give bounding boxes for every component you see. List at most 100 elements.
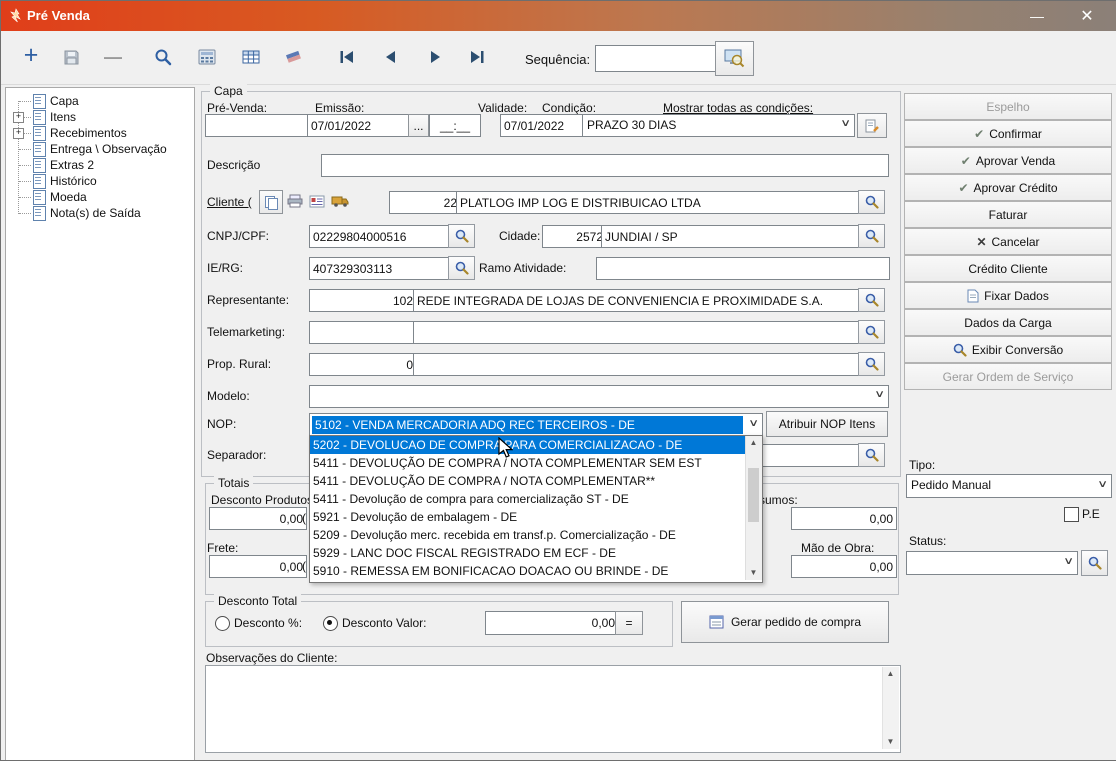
fixar-dados-button[interactable]: Fixar Dados	[904, 282, 1112, 309]
cnpj-input[interactable]	[309, 225, 452, 248]
prop-rural-name-input[interactable]	[413, 353, 862, 376]
ramo-input[interactable]	[596, 257, 890, 280]
calculator-button[interactable]	[191, 43, 223, 71]
aprovar-credito-button[interactable]: ✔ Aprovar Crédito	[904, 174, 1112, 201]
cliente-search-button[interactable]	[858, 190, 885, 214]
status-search-button[interactable]	[1081, 550, 1108, 576]
representante-search-button[interactable]	[858, 288, 885, 312]
insumos-input[interactable]	[791, 507, 897, 530]
tree-item-itens[interactable]: + Itens	[6, 109, 194, 125]
tree-item-recebimentos[interactable]: + Recebimentos	[6, 125, 194, 141]
emissao-picker-button[interactable]: ...	[408, 114, 429, 137]
minimize-button[interactable]: —	[1015, 1, 1059, 31]
cidade-search-button[interactable]	[858, 224, 885, 248]
sequence-search-button[interactable]	[715, 41, 754, 76]
representante-code-input[interactable]	[309, 289, 417, 312]
descricao-input[interactable]	[321, 154, 889, 177]
faturar-button[interactable]: Faturar	[904, 201, 1112, 228]
cidade-name-input[interactable]	[601, 225, 862, 248]
edit-condicao-button[interactable]	[857, 113, 887, 138]
ie-search-button[interactable]	[448, 256, 475, 280]
cnpj-search-button[interactable]	[448, 224, 475, 248]
telemarketing-code-input[interactable]	[309, 321, 417, 344]
gerar-ordem-servico-button[interactable]: Gerar Ordem de Serviço	[904, 363, 1112, 390]
pre-venda-input[interactable]	[205, 114, 312, 137]
equals-button[interactable]: =	[615, 611, 643, 635]
nop-dropdown-item[interactable]: 5411 - DEVOLUÇÃO DE COMPRA / NOTA COMPLE…	[310, 472, 748, 490]
espelho-button[interactable]: Espelho	[904, 93, 1112, 120]
desconto-valor-input[interactable]	[485, 611, 619, 635]
scroll-down-icon[interactable]: ▼	[883, 735, 898, 749]
cliente-copy-button[interactable]	[259, 190, 283, 214]
aprovar-venda-button[interactable]: ✔ Aprovar Venda	[904, 147, 1112, 174]
emissao-input[interactable]	[307, 114, 415, 137]
nav-prev-button[interactable]	[375, 43, 407, 71]
add-button[interactable]: +	[15, 41, 47, 71]
scroll-up-icon[interactable]: ▲	[746, 436, 761, 450]
credito-cliente-button[interactable]: Crédito Cliente	[904, 255, 1112, 282]
nop-dropdown-item[interactable]: 5209 - Devolução merc. recebida em trans…	[310, 526, 748, 544]
expand-plus-icon[interactable]: +	[13, 128, 24, 139]
nav-next-button[interactable]	[419, 43, 451, 71]
pe-checkbox[interactable]	[1064, 507, 1079, 522]
nop-dropdown-item[interactable]: 5202 - DEVOLUCAO DE COMPRA PARA COMERCIA…	[310, 436, 748, 454]
atribuir-nop-button[interactable]: Atribuir NOP Itens	[766, 411, 888, 437]
modelo-combobox[interactable]: ∨	[309, 385, 889, 408]
mao-de-obra-input[interactable]	[791, 555, 897, 578]
grid-button[interactable]	[235, 43, 267, 71]
telemarketing-name-input[interactable]	[413, 321, 862, 344]
frete-input[interactable]	[209, 555, 307, 578]
close-button[interactable]: ✕	[1065, 1, 1109, 31]
dados-da-carga-button[interactable]: Dados da Carga	[904, 309, 1112, 336]
save-button[interactable]	[55, 43, 87, 71]
nop-dropdown-item[interactable]: 5929 - LANC DOC FISCAL REGISTRADO EM ECF…	[310, 544, 748, 562]
condicao-combobox[interactable]: PRAZO 30 DIAS ∨	[582, 114, 855, 137]
scroll-down-icon[interactable]: ▼	[746, 566, 761, 580]
nop-dropdown-scrollbar[interactable]: ▲ ▼	[745, 436, 762, 580]
cliente-name-input[interactable]	[456, 191, 862, 214]
exibir-conversao-button[interactable]: Exibir Conversão	[904, 336, 1112, 363]
separador-search-button[interactable]	[858, 443, 885, 467]
gerar-pedido-compra-button[interactable]: Gerar pedido de compra	[681, 601, 889, 643]
prop-rural-code-input[interactable]	[309, 353, 417, 376]
tree-item-capa[interactable]: Capa	[6, 93, 194, 109]
emissao-time-input[interactable]	[429, 114, 481, 137]
sequence-input[interactable]	[595, 45, 717, 72]
nop-combobox[interactable]: 5102 - VENDA MERCADORIA ADQ REC TERCEIRO…	[309, 413, 763, 437]
nop-dropdown-item[interactable]: 5910 - REMESSA EM BONIFICACAO DOACAO OU …	[310, 562, 748, 580]
desconto-produtos-input[interactable]	[209, 507, 307, 530]
search-button[interactable]	[147, 43, 179, 71]
cancelar-button[interactable]: ✕ Cancelar	[904, 228, 1112, 255]
cliente-code-input[interactable]	[389, 191, 461, 214]
telemarketing-search-button[interactable]	[858, 320, 885, 344]
prop-rural-search-button[interactable]	[858, 352, 885, 376]
nop-dropdown-item[interactable]: 5411 - DEVOLUÇÃO DE COMPRA / NOTA COMPLE…	[310, 454, 748, 472]
validade-input[interactable]	[500, 114, 586, 137]
tree-item-entrega-observacao[interactable]: Entrega \ Observação	[6, 141, 194, 157]
tree-item-moeda[interactable]: Moeda	[6, 189, 194, 205]
scroll-up-icon[interactable]: ▲	[883, 667, 898, 681]
desconto-pct-radio[interactable]	[215, 616, 230, 631]
cliente-card-button[interactable]	[307, 192, 327, 210]
observacoes-textarea[interactable]: ▲ ▼	[205, 665, 901, 753]
representante-name-input[interactable]	[413, 289, 862, 312]
status-combobox[interactable]: ∨	[906, 551, 1078, 575]
remove-button[interactable]: —	[97, 43, 129, 71]
cidade-code-input[interactable]	[542, 225, 607, 248]
scrollbar-thumb[interactable]	[748, 468, 759, 522]
observacoes-scrollbar[interactable]: ▲ ▼	[882, 667, 899, 749]
tree-item-historico[interactable]: Histórico	[6, 173, 194, 189]
nop-dropdown-item[interactable]: 5411 - Devolução de compra para comercia…	[310, 490, 748, 508]
cliente-delivery-button[interactable]	[329, 191, 351, 209]
mostrar-condicoes-link[interactable]: Mostrar todas as condições:	[663, 101, 813, 115]
confirmar-button[interactable]: ✔ Confirmar	[904, 120, 1112, 147]
nav-first-button[interactable]	[331, 43, 363, 71]
expand-plus-icon[interactable]: +	[13, 112, 24, 123]
tree-item-extras2[interactable]: Extras 2	[6, 157, 194, 173]
tipo-combobox[interactable]: Pedido Manual ∨	[906, 474, 1112, 498]
desconto-valor-radio[interactable]	[323, 616, 338, 631]
nav-last-button[interactable]	[461, 43, 493, 71]
nop-dropdown-item[interactable]: 5921 - Devolução de embalagem - DE	[310, 508, 748, 526]
ie-input[interactable]	[309, 257, 452, 280]
tree-item-notas-saida[interactable]: Nota(s) de Saída	[6, 205, 194, 221]
